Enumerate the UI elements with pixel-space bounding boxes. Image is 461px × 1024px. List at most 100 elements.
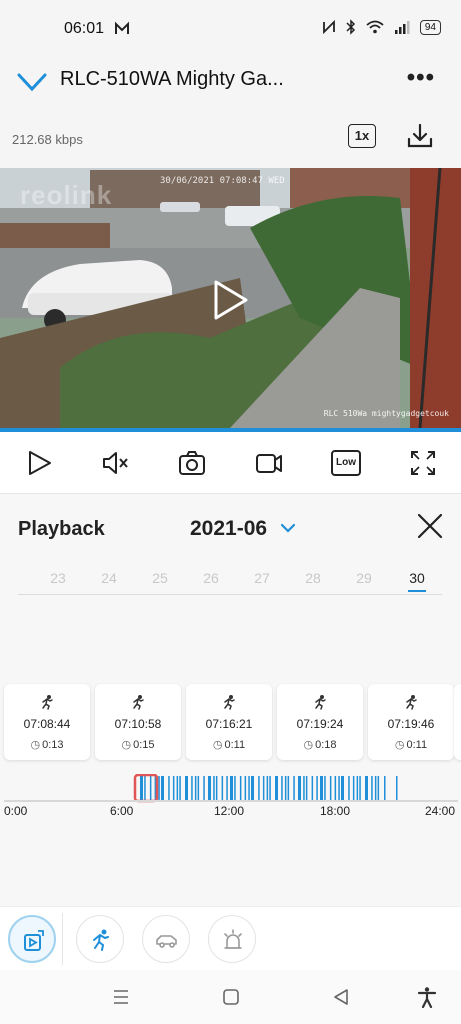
- filter-divider: [62, 913, 63, 965]
- timeline-event-stripe: [149, 776, 152, 800]
- chevron-down-icon[interactable]: [16, 70, 48, 94]
- event-clip-card[interactable]: 07:19:24 ◷ 0:18: [277, 684, 363, 760]
- day-item-selected[interactable]: 30: [402, 570, 432, 586]
- recents-icon[interactable]: [110, 986, 132, 1008]
- timeline-event-stripe: [258, 776, 260, 800]
- bluetooth-icon: [346, 19, 355, 35]
- record-icon[interactable]: [254, 448, 284, 478]
- event-clip-card[interactable]: 07:16:21 ◷ 0:11: [186, 684, 272, 760]
- timeline-event-stripe: [287, 776, 290, 800]
- person-icon: [315, 695, 326, 710]
- timeline-event-stripe: [311, 776, 314, 800]
- day-item[interactable]: 24: [94, 570, 124, 586]
- timeline-event-stripe: [377, 776, 380, 800]
- play-overlay-icon[interactable]: [208, 278, 252, 322]
- play-icon[interactable]: [24, 448, 54, 478]
- filter-all-events[interactable]: [8, 915, 56, 963]
- chevron-down-icon[interactable]: [280, 520, 296, 536]
- clock-icon: ◷: [121, 739, 132, 751]
- accessibility-icon[interactable]: [416, 986, 438, 1008]
- timeline-event-stripe: [226, 776, 228, 800]
- person-icon: [406, 695, 417, 710]
- download-icon[interactable]: [406, 122, 434, 150]
- timeline-event-stripe: [185, 776, 188, 800]
- camera-title: RLC-510WA Mighty Ga...: [60, 68, 284, 90]
- timeline-event-stripe: [239, 776, 242, 800]
- playback-title: Playback: [18, 518, 105, 540]
- timeline-event-stripe: [213, 776, 215, 800]
- filter-vehicle[interactable]: [142, 915, 190, 963]
- timeline-event-stripe: [208, 776, 211, 800]
- timeline-event-stripe: [266, 776, 269, 800]
- day-item[interactable]: 29: [349, 570, 379, 586]
- more-options-button[interactable]: •••: [407, 64, 435, 92]
- selected-day-indicator: [408, 590, 426, 592]
- mute-icon[interactable]: [101, 448, 131, 478]
- month-selector[interactable]: 2021-06: [190, 517, 267, 541]
- timeline-event-stripe: [215, 776, 218, 800]
- quality-low-icon[interactable]: Low: [331, 450, 361, 476]
- timeline-event-stripe: [305, 776, 308, 800]
- filter-alarm[interactable]: [208, 915, 256, 963]
- person-icon: [42, 695, 53, 710]
- clip-time: 07:10:58: [114, 717, 162, 731]
- timeline-event-stripe: [251, 776, 254, 800]
- clip-duration-value: 0:11: [224, 739, 246, 751]
- event-clip-card[interactable]: 07:08:44 ◷ 0:13: [4, 684, 90, 760]
- timeline-tick-label: 0:00: [4, 804, 28, 818]
- timeline-event-stripe: [191, 776, 193, 800]
- person-icon: [224, 695, 235, 710]
- day-item[interactable]: 25: [145, 570, 175, 586]
- timeline-event-stripe: [176, 776, 179, 800]
- system-navigation-bar: [0, 970, 461, 1024]
- day-selector: 23 24 25 26 27 28 29 30: [0, 564, 461, 676]
- all-events-icon: [24, 930, 44, 951]
- clock-icon: ◷: [212, 739, 223, 751]
- clip-duration: ◷ 0:15: [95, 738, 181, 751]
- clip-duration-value: 0:11: [406, 739, 428, 751]
- event-clip-card[interactable]: 07:10:58 ◷ 0:15: [95, 684, 181, 760]
- timeline-tick-label: 18:00: [320, 804, 351, 818]
- video-player[interactable]: reolink 30/06/2021 07:08:47 WED RLC 510W…: [0, 168, 461, 428]
- close-icon[interactable]: [416, 512, 444, 540]
- snapshot-icon[interactable]: [177, 448, 207, 478]
- timeline-event-stripe: [352, 776, 355, 800]
- timeline-event-stripe: [234, 776, 236, 800]
- person-icon: [93, 929, 109, 951]
- clip-duration: ◷ 0:18: [277, 738, 363, 751]
- timeline-event-stripe: [269, 776, 271, 800]
- timeline-event-stripe: [298, 776, 301, 800]
- wifi-icon: [366, 20, 384, 34]
- timeline-event-stripe: [244, 776, 247, 800]
- day-item[interactable]: 26: [196, 570, 226, 586]
- day-item[interactable]: 28: [298, 570, 328, 586]
- day-item[interactable]: 27: [247, 570, 277, 586]
- battery-icon: 94: [419, 19, 441, 35]
- playback-header: Playback 2021-06: [0, 494, 461, 564]
- timeline-event-stripe: [172, 776, 175, 800]
- vehicle-icon: [156, 935, 177, 948]
- clip-time: 07:19:24: [296, 717, 344, 731]
- fullscreen-icon[interactable]: [408, 448, 438, 478]
- event-clip-card-partial[interactable]: [454, 684, 461, 760]
- clip-duration-value: 0:13: [42, 739, 64, 751]
- clock-icon: ◷: [30, 739, 41, 751]
- timeline-event-stripe: [179, 776, 181, 800]
- day-item[interactable]: 23: [43, 570, 73, 586]
- timeline-playhead-marker[interactable]: [133, 774, 159, 803]
- nfc-icon: [322, 19, 335, 35]
- timeline-axis: [4, 800, 458, 802]
- timeline-event-stripe: [356, 776, 359, 800]
- person-icon: [133, 695, 144, 710]
- clip-time: 07:19:46: [387, 717, 435, 731]
- timeline-event-stripe: [396, 776, 398, 800]
- signal-icon: [394, 21, 410, 34]
- day-divider: [18, 594, 442, 595]
- back-icon[interactable]: [330, 986, 352, 1008]
- filter-person[interactable]: [76, 915, 124, 963]
- event-clip-card[interactable]: 07:19:46 ◷ 0:11: [368, 684, 454, 760]
- home-icon[interactable]: [220, 986, 242, 1008]
- playback-speed-button[interactable]: 1x: [348, 124, 376, 148]
- timeline-event-stripe: [281, 776, 283, 800]
- bitrate-label: 212.68 kbps: [12, 132, 83, 147]
